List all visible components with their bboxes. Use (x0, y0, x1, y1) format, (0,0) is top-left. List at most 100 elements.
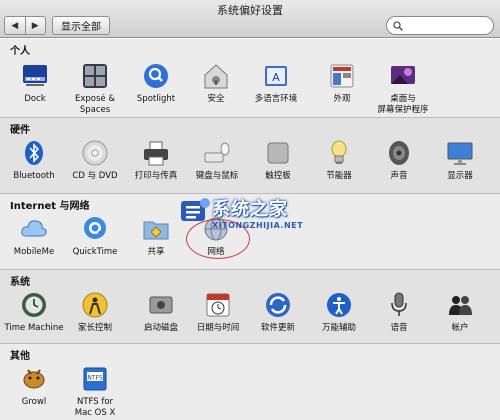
pane-growl[interactable]: Growl (4, 364, 64, 408)
date-time-icon (203, 290, 233, 320)
keyboard-mouse-icon (202, 138, 232, 168)
search-field[interactable] (386, 16, 494, 35)
svg-text:A: A (272, 71, 280, 84)
appearance-icon (327, 61, 357, 91)
pane-expose-spaces[interactable]: Exposé & Spaces (65, 61, 125, 116)
pane-cd-dvd[interactable]: CD 与 DVD (65, 138, 125, 182)
universal-access-icon (324, 290, 354, 320)
pane-time-machine[interactable]: Time Machine (4, 290, 64, 334)
back-button[interactable]: ◀ (5, 17, 25, 34)
section-title: 其他 (10, 351, 30, 362)
pane-label: 软件更新 (260, 323, 295, 333)
pane-label: 启动磁盘 (143, 323, 178, 333)
sharing-icon (141, 214, 171, 244)
pane-label: 桌面与 屏幕保护程序 (373, 94, 433, 116)
pane-mobileme[interactable]: MobileMe (4, 214, 64, 258)
mobileme-icon (19, 214, 49, 244)
pane-label: 键盘与鼠标 (195, 171, 239, 181)
pane-label: Exposé & Spaces (65, 94, 125, 116)
pane-startup-disk[interactable]: 启动磁盘 (131, 290, 191, 334)
pane-print-fax[interactable]: 打印与传真 (126, 138, 186, 182)
pane-trackpad[interactable]: 触控板 (248, 138, 308, 182)
pane-label-line1: NTFS for (76, 397, 114, 407)
show-all-button[interactable]: 显示全部 (52, 16, 110, 35)
pane-label: 节能器 (326, 171, 352, 181)
spotlight-icon (141, 61, 171, 91)
svg-text:NTFS: NTFS (87, 375, 102, 382)
section-title: Internet 与网络 (10, 201, 90, 212)
startup-disk-icon (146, 290, 176, 320)
speech-icon (384, 290, 414, 320)
pane-appearance[interactable]: 外观 (312, 61, 372, 105)
window-titlebar: 系统偏好设置 ◀ ▶ 显示全部 (0, 0, 500, 38)
growl-icon (19, 364, 49, 394)
pane-label: 日期与时间 (196, 323, 240, 333)
pane-label: 万能辅助 (321, 323, 356, 333)
pane-label: Dock (24, 94, 46, 104)
pane-label-line1: 桌面与 (390, 94, 416, 104)
pane-ntfs[interactable]: NTFS NTFS for Mac OS X (65, 364, 125, 419)
pane-energy-saver[interactable]: 节能器 (309, 138, 369, 182)
sound-icon (384, 138, 414, 168)
pane-label: Bluetooth (13, 171, 55, 181)
expose-spaces-icon (80, 61, 110, 91)
print-fax-icon (141, 138, 171, 168)
section-system: 系统 Time Machine 家长控制 启动磁盘 日期与时间 软件更新 万能辅… (0, 270, 500, 344)
pane-label-line2: Mac OS X (74, 408, 116, 418)
pane-displays[interactable]: 显示器 (430, 138, 490, 182)
quicktime-icon (80, 214, 110, 244)
pane-label-line1: Exposé & (75, 94, 115, 104)
pane-bluetooth[interactable]: Bluetooth (4, 138, 64, 182)
pane-software-update[interactable]: 软件更新 (248, 290, 308, 334)
section-hardware: 硬件 Bluetooth CD 与 DVD 打印与传真 键盘与鼠标 触控板 节能… (0, 118, 500, 194)
pane-label: 外观 (333, 94, 351, 104)
pane-label: 打印与传真 (134, 171, 178, 181)
pane-label: NTFS for Mac OS X (65, 397, 125, 419)
accounts-icon (445, 290, 475, 320)
pane-label: 共享 (147, 247, 165, 257)
trackpad-icon (263, 138, 293, 168)
dock-icon (20, 61, 50, 91)
search-input[interactable] (407, 20, 487, 31)
section-other: 其他 Growl NTFS NTFS for Mac OS X (0, 344, 500, 420)
nav-buttons: ◀ ▶ (4, 16, 46, 35)
watermark-subtitle: XITONGZHIJIA.NET (212, 220, 304, 230)
watermark-text: 系统之家 XITONGZHIJIA.NET (212, 195, 303, 230)
pane-label: 安全 (207, 94, 225, 104)
displays-icon (445, 138, 475, 168)
pane-speech[interactable]: 语音 (369, 290, 429, 334)
pane-security[interactable]: 安全 (186, 61, 246, 105)
pane-sound[interactable]: 声音 (369, 138, 429, 182)
pane-label: CD 与 DVD (72, 171, 118, 181)
forward-button[interactable]: ▶ (24, 17, 46, 34)
cd-dvd-icon (80, 138, 110, 168)
pane-sharing[interactable]: 共享 (126, 214, 186, 258)
pane-parental-controls[interactable]: 家长控制 (65, 290, 125, 334)
search-icon (393, 20, 403, 31)
section-title: 硬件 (10, 125, 30, 136)
pane-date-time[interactable]: 日期与时间 (188, 290, 248, 334)
pane-label: 显示器 (447, 171, 473, 181)
time-machine-icon (19, 290, 49, 320)
pane-universal-access[interactable]: 万能辅助 (309, 290, 369, 334)
pane-label: Spotlight (136, 94, 176, 104)
pane-label: 家长控制 (77, 323, 112, 333)
pane-label-line2: Spaces (79, 105, 111, 115)
pane-language[interactable]: A 多语言环境 (246, 61, 306, 105)
pane-spotlight[interactable]: Spotlight (126, 61, 186, 105)
pane-desktop-screensaver[interactable]: 桌面与 屏幕保护程序 (373, 61, 433, 116)
pane-label-line2: 屏幕保护程序 (377, 105, 429, 115)
language-icon: A (261, 61, 291, 91)
bluetooth-icon (19, 138, 49, 168)
pane-label: Growl (21, 397, 47, 407)
security-icon (201, 61, 231, 91)
section-title: 系统 (10, 277, 30, 288)
pane-label: QuickTime (72, 247, 118, 257)
desktop-screensaver-icon (388, 61, 418, 91)
pane-quicktime[interactable]: QuickTime (65, 214, 125, 258)
pane-keyboard-mouse[interactable]: 键盘与鼠标 (187, 138, 247, 182)
watermark: 系统之家 XITONGZHIJIA.NET (178, 192, 338, 232)
watermark-logo-icon (181, 198, 210, 221)
pane-dock[interactable]: Dock (5, 61, 65, 105)
pane-accounts[interactable]: 帐户 (430, 290, 490, 334)
